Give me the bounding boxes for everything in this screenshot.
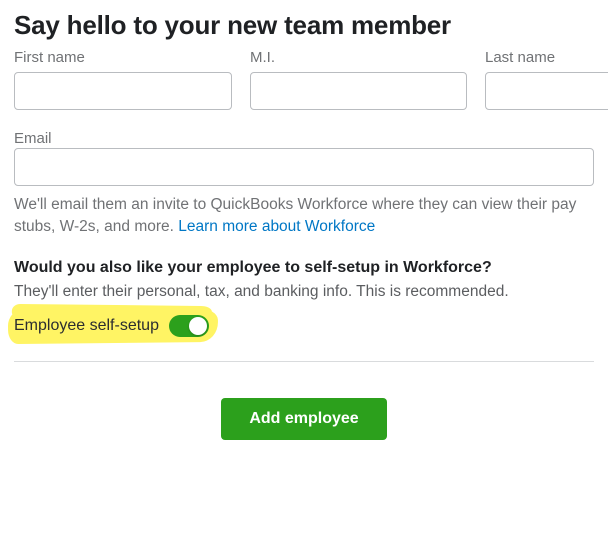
email-helper-text: We'll email them an invite to QuickBooks… (14, 194, 594, 239)
last-name-label: Last name (485, 49, 608, 66)
name-row: First name M.I. Last name (14, 49, 594, 110)
divider (14, 361, 594, 362)
actions: Add employee (14, 398, 594, 440)
last-name-input[interactable] (485, 72, 608, 110)
mi-label: M.I. (250, 49, 467, 66)
email-input[interactable] (14, 148, 594, 186)
self-setup-desc: They'll enter their personal, tax, and b… (14, 283, 594, 301)
self-setup-toggle-row: Employee self-setup (14, 315, 594, 337)
self-setup-toggle[interactable] (169, 315, 209, 337)
mi-input[interactable] (250, 72, 467, 110)
email-field: Email (14, 130, 594, 186)
self-setup-toggle-label: Employee self-setup (14, 317, 159, 335)
email-label: Email (14, 130, 52, 147)
first-name-field: First name (14, 49, 232, 110)
toggle-knob (189, 317, 207, 335)
add-employee-button[interactable]: Add employee (221, 398, 386, 440)
page-title: Say hello to your new team member (14, 10, 594, 41)
self-setup-question: Would you also like your employee to sel… (14, 259, 594, 277)
last-name-field: Last name (485, 49, 608, 110)
mi-field: M.I. (250, 49, 467, 110)
first-name-input[interactable] (14, 72, 232, 110)
learn-more-workforce-link[interactable]: Learn more about Workforce (178, 218, 375, 235)
first-name-label: First name (14, 49, 232, 66)
